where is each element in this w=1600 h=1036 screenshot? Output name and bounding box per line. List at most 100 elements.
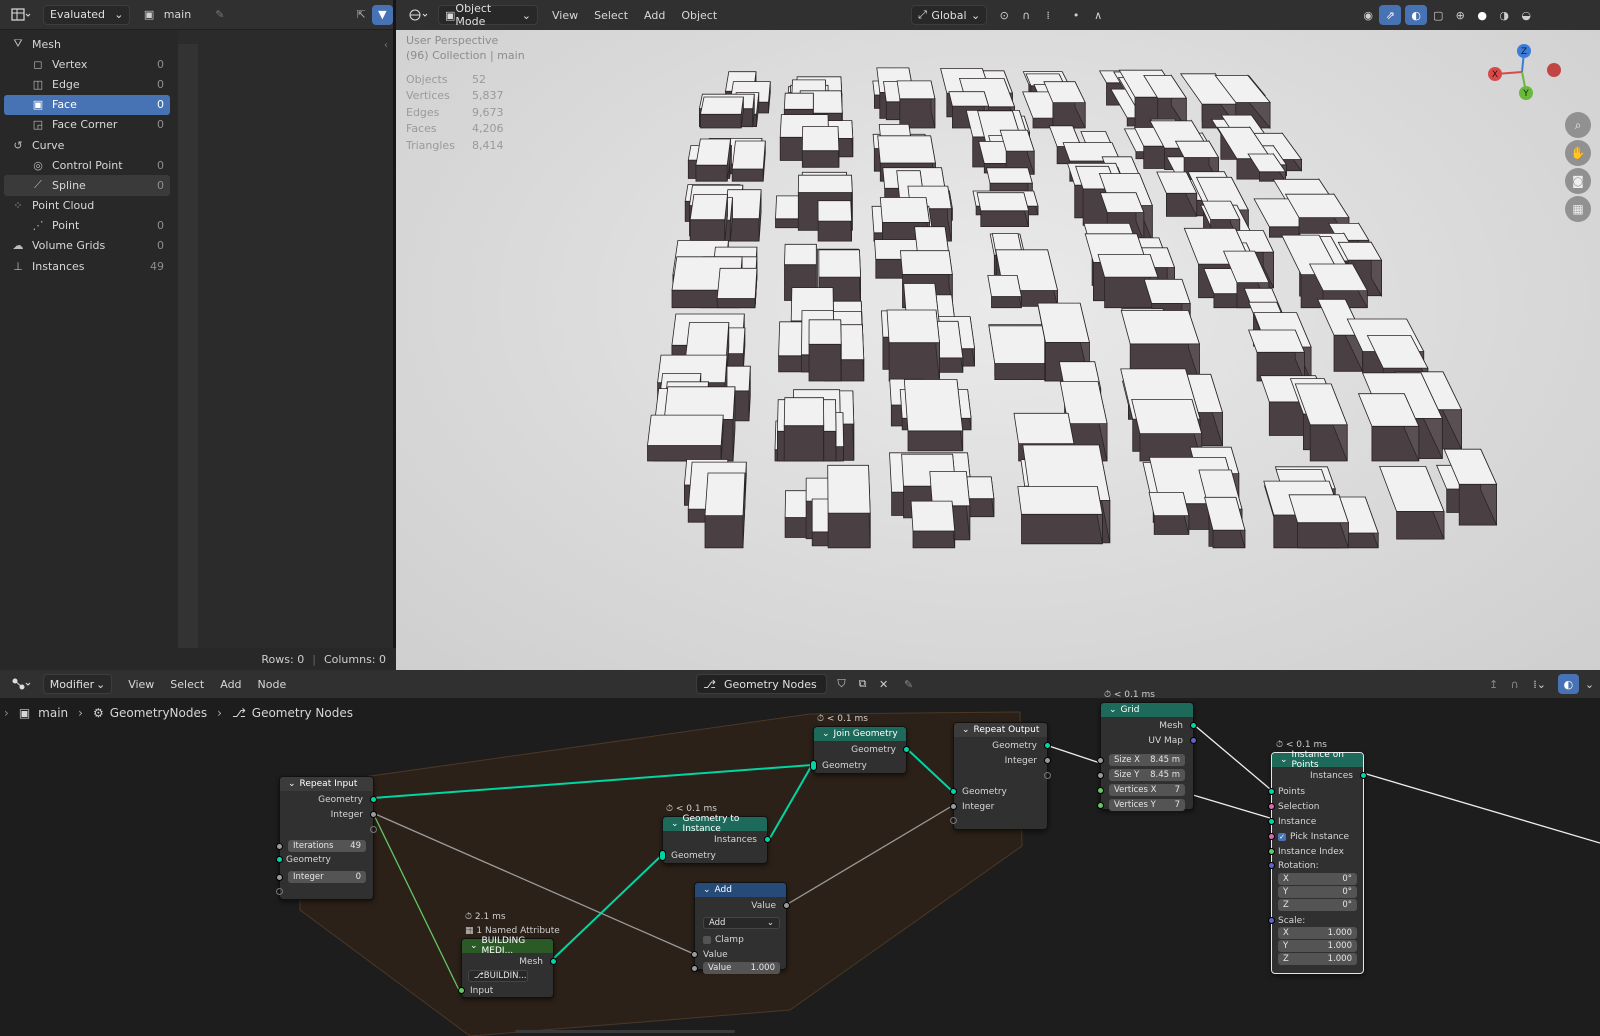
size-y-field[interactable]: Size Y 8.45 m xyxy=(1109,769,1185,781)
editor-type-button[interactable] xyxy=(6,5,35,25)
tree-item-instances[interactable]: ⊥ Instances 49 xyxy=(4,256,170,276)
input-selection-socket[interactable]: Selection xyxy=(1278,799,1319,814)
socket-dot[interactable] xyxy=(691,951,698,958)
vertices-y-field[interactable]: Vertices Y7 xyxy=(1109,799,1185,811)
input-geometry-socket[interactable]: Geometry xyxy=(822,758,867,773)
output-integer-socket[interactable]: Integer xyxy=(1005,753,1037,768)
tree-item-point-cloud[interactable]: ⁘ Point Cloud xyxy=(4,196,170,216)
overlay-icon[interactable]: ◐ xyxy=(1405,5,1428,25)
input-socket[interactable]: Input xyxy=(470,983,493,998)
collapse-icon[interactable]: ⌄ xyxy=(1280,755,1288,765)
pan-hand-icon[interactable]: ✋ xyxy=(1565,140,1591,166)
pick-instance-checkbox[interactable]: ✓ Pick Instance xyxy=(1278,829,1349,844)
grid-node[interactable]: ⌄ Grid Mesh UV Map Size X 8.45 m Size Y 8.4… xyxy=(1097,702,1197,811)
socket-dot[interactable] xyxy=(1190,737,1197,744)
output-geometry-socket[interactable]: Geometry xyxy=(992,738,1037,753)
pivot-icon[interactable]: ⊙ xyxy=(993,5,1015,25)
socket-dot[interactable] xyxy=(1268,917,1275,924)
input-geometry-socket[interactable]: Geometry xyxy=(286,852,331,867)
socket-dot[interactable] xyxy=(950,803,957,810)
output-uv-socket[interactable]: UV Map xyxy=(1148,733,1183,748)
scale-x-field[interactable]: X 1.000 xyxy=(1278,927,1357,939)
collapse-icon[interactable]: ⌄ xyxy=(288,779,296,789)
rotation-z-field[interactable]: Z 0° xyxy=(1278,899,1357,911)
gizmo-toggle-icon[interactable]: ⇗ xyxy=(1379,5,1402,25)
input-integer-socket[interactable]: Integer xyxy=(962,799,994,814)
collapse-icon[interactable]: ⌄ xyxy=(962,725,970,735)
tree-item-face-corner[interactable]: ◲ Face Corner 0 xyxy=(4,115,170,135)
solid-shading-icon[interactable]: ● xyxy=(1471,5,1493,25)
rotation-x-field[interactable]: X 0° xyxy=(1278,873,1357,885)
visibility-icon[interactable]: ◉ xyxy=(1357,5,1379,25)
tree-item-curve[interactable]: ↺ Curve xyxy=(4,135,170,155)
socket-dot[interactable] xyxy=(1097,757,1104,764)
repeat-output-node[interactable]: ⌄ Repeat Output Geometry Integer Geometry… xyxy=(950,722,1051,830)
tree-item-edge[interactable]: ◫ Edge 0 xyxy=(4,74,170,94)
rotation-y-field[interactable]: Y 0° xyxy=(1278,886,1357,898)
falloff-icon[interactable]: ∧ xyxy=(1087,5,1109,25)
collapse-icon[interactable]: ⌄ xyxy=(703,885,711,895)
socket-dot[interactable] xyxy=(783,902,790,909)
operation-select[interactable]: Add ⌄ xyxy=(703,917,780,929)
socket-dot[interactable] xyxy=(1268,818,1275,825)
zoom-icon[interactable]: ⌕ xyxy=(1565,112,1591,138)
join-geometry-node[interactable]: ⌄ Join Geometry Geometry Geometry xyxy=(810,726,910,774)
tree-item-spline[interactable]: ⟋ Spline 0 xyxy=(4,175,170,196)
input-instance-index-socket[interactable]: Instance Index xyxy=(1278,844,1344,859)
repeat-input-node[interactable]: ⌄ Repeat Input Geometry Integer Iteration… xyxy=(276,776,377,900)
output-geometry-socket[interactable]: Geometry xyxy=(851,742,896,757)
math-add-node[interactable]: ⌄ Add Value Add ⌄ Clamp Value Value 1.000 xyxy=(691,882,790,974)
socket-dot[interactable] xyxy=(1097,802,1104,809)
clamp-checkbox[interactable]: Clamp xyxy=(703,932,744,947)
pin-icon[interactable]: ✎ xyxy=(209,5,230,25)
checkbox-icon[interactable] xyxy=(703,935,711,944)
iterations-field[interactable]: Iterations 49 xyxy=(288,840,366,852)
socket-dot[interactable] xyxy=(370,826,377,833)
output-mesh-socket[interactable]: Mesh xyxy=(1159,718,1183,733)
size-x-field[interactable]: Size X 8.45 m xyxy=(1109,754,1185,766)
socket-dot[interactable] xyxy=(1097,787,1104,794)
menu-view[interactable]: View xyxy=(544,9,586,22)
socket-dot[interactable] xyxy=(1360,772,1367,779)
socket-dot[interactable] xyxy=(276,888,283,895)
socket-dot[interactable] xyxy=(659,850,666,861)
menu-select[interactable]: Select xyxy=(586,9,636,22)
geometry-to-instance-node[interactable]: ⌄ Geometry to Instance Instances Geometry xyxy=(659,814,771,864)
editor-type-button[interactable] xyxy=(404,5,434,25)
display-mode-select[interactable]: Evaluated ⌄ xyxy=(43,4,131,25)
collapse-icon[interactable]: ⌄ xyxy=(671,819,679,829)
navigation-gizmo[interactable]: Z X Y xyxy=(1482,40,1562,110)
tree-item-vertex[interactable]: ◻ Vertex 0 xyxy=(4,54,170,74)
proportional-edit-icon[interactable]: • xyxy=(1065,5,1087,25)
checkbox-checked-icon[interactable]: ✓ xyxy=(1278,832,1286,841)
3d-viewport[interactable]: ▣ Object Mode ⌄ View Select Add Object ⤢… xyxy=(396,0,1600,670)
output-value-socket[interactable]: Value xyxy=(751,898,776,913)
socket-dot[interactable] xyxy=(458,987,465,994)
tree-item-face[interactable]: ▣ Face 0 xyxy=(4,94,170,115)
filter-icon[interactable]: ▼ xyxy=(371,4,393,25)
collapse-icon[interactable]: ⌄ xyxy=(822,729,830,739)
tree-item-volume-grids[interactable]: ☁ Volume Grids 0 xyxy=(4,236,170,256)
input-instance-socket[interactable]: Instance xyxy=(1278,814,1316,829)
transform-orientation-select[interactable]: ⤢ Global ⌄ xyxy=(911,5,988,25)
value-field[interactable]: Value 1.000 xyxy=(703,962,780,974)
input-geometry-socket[interactable]: Geometry xyxy=(671,848,716,863)
integer-field[interactable]: Integer 0 xyxy=(288,871,366,883)
socket-dot[interactable] xyxy=(276,843,283,850)
socket-dot[interactable] xyxy=(1268,848,1275,855)
socket-dot[interactable] xyxy=(691,965,698,972)
socket-dot[interactable] xyxy=(276,874,283,881)
output-geometry-socket[interactable]: Geometry xyxy=(318,792,363,807)
socket-dot[interactable] xyxy=(1044,742,1051,749)
output-integer-socket[interactable]: Integer xyxy=(331,807,363,822)
tree-item-control-point[interactable]: ◎ Control Point 0 xyxy=(4,155,170,175)
collapse-icon[interactable]: ⌄ xyxy=(1109,705,1117,715)
selected-only-icon[interactable]: ⇱ xyxy=(350,5,371,25)
tree-item-mesh[interactable]: ⛛ Mesh xyxy=(4,34,170,54)
socket-dot[interactable] xyxy=(1268,803,1275,810)
horizontal-scrollbar[interactable] xyxy=(515,1030,735,1033)
socket-dot[interactable] xyxy=(276,856,283,863)
instance-on-points-node[interactable]: ⌄ Instance on Points Instances Points Sel… xyxy=(1268,750,1367,974)
neg-x-axis-icon[interactable] xyxy=(1547,63,1561,77)
collapse-icon[interactable]: ⌄ xyxy=(470,941,478,951)
